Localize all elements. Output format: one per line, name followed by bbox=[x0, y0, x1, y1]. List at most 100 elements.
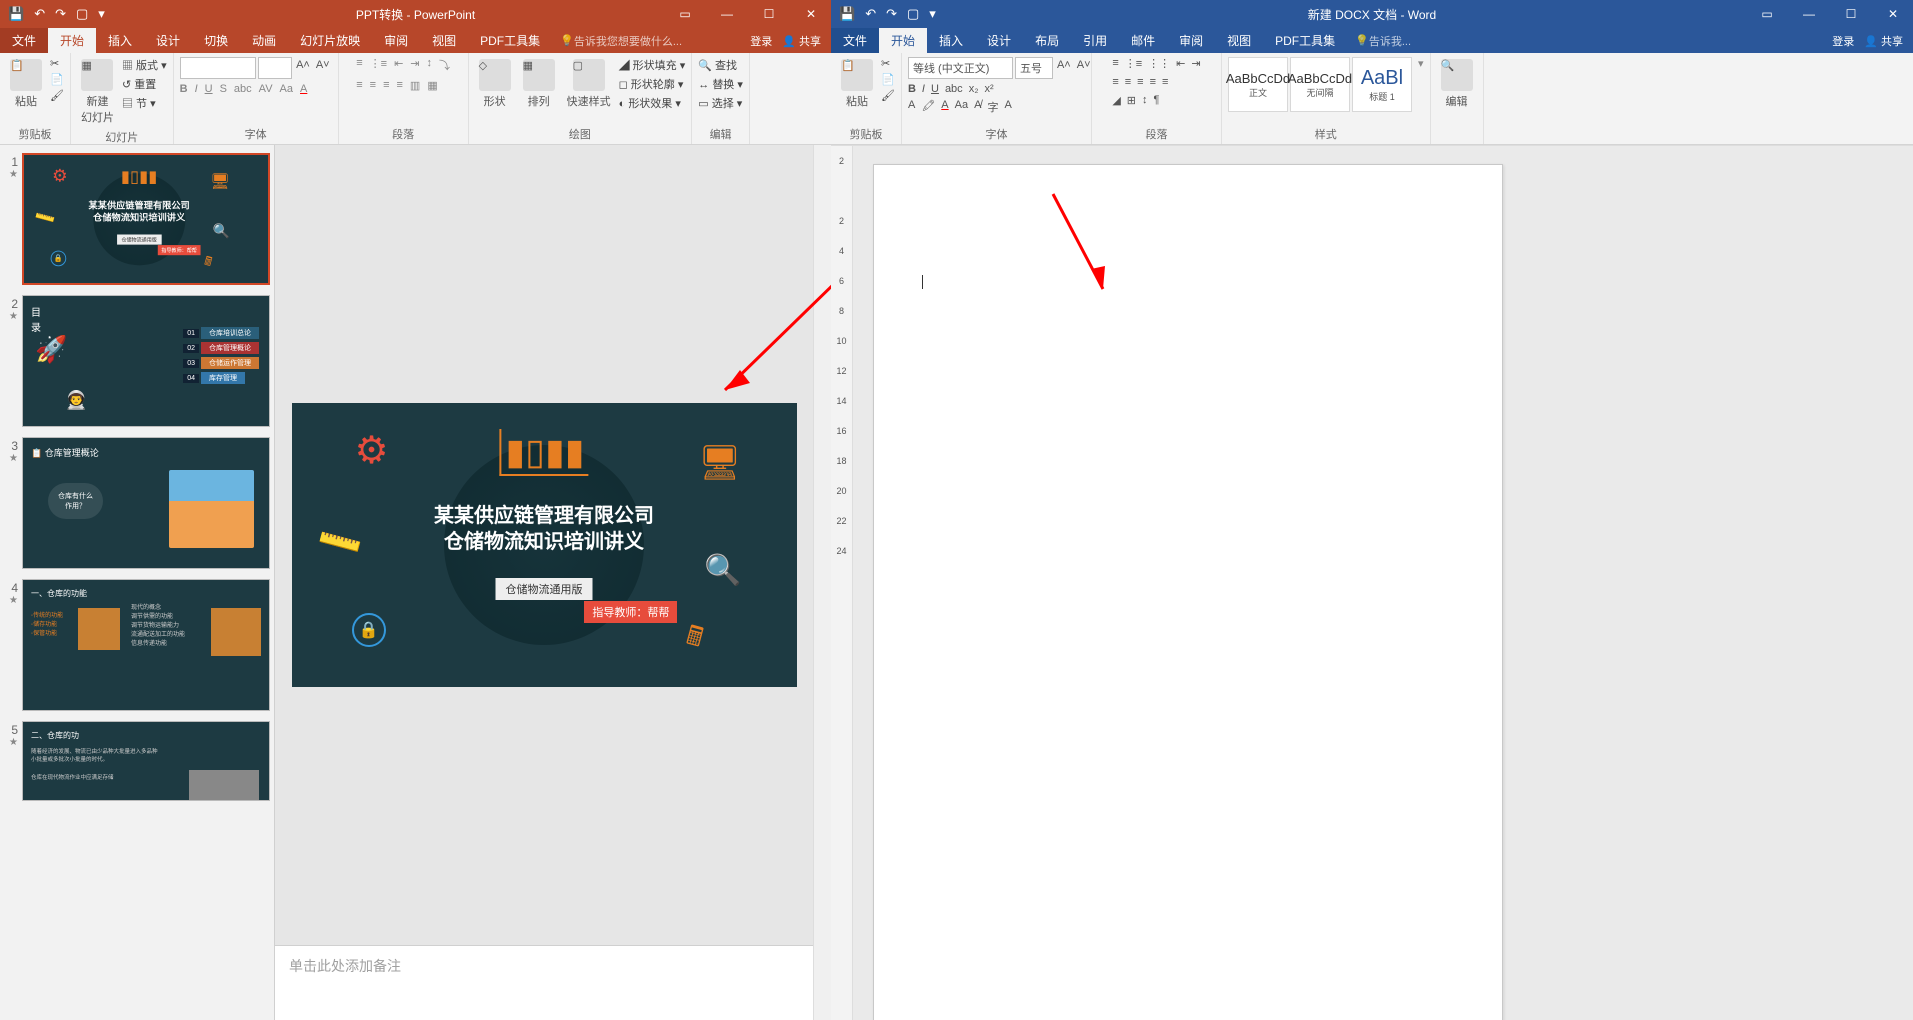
shading-icon[interactable]: ◢ bbox=[1112, 94, 1120, 107]
line-spacing-icon[interactable]: ↕ bbox=[427, 57, 433, 73]
grow-font-icon[interactable]: A˄ bbox=[1055, 57, 1073, 79]
editing-button[interactable]: 🔍编辑 bbox=[1437, 57, 1477, 111]
shrink-font-icon[interactable]: A˅ bbox=[314, 57, 332, 79]
tab-layout[interactable]: 布局 bbox=[1023, 28, 1071, 53]
find-button[interactable]: 🔍 查找 bbox=[698, 57, 743, 73]
cut-icon[interactable]: ✂ bbox=[881, 57, 895, 70]
slide-thumbnail-5[interactable]: 二、仓库的功 随着经济的发展、物流已由少品种大批量进入多品种 小批量或多批次小批… bbox=[22, 721, 270, 801]
redo-icon[interactable]: ↷ bbox=[886, 6, 897, 22]
paste-button[interactable]: 📋粘贴 bbox=[837, 57, 877, 111]
tab-home[interactable]: 开始 bbox=[879, 28, 927, 53]
new-slide-button[interactable]: ▦新建 幻灯片 bbox=[77, 57, 118, 127]
login-link[interactable]: 登录 bbox=[750, 33, 772, 49]
align-left-icon[interactable]: ≡ bbox=[1112, 76, 1118, 88]
strike-icon[interactable]: abc bbox=[234, 83, 252, 95]
main-slide[interactable]: ⚙ ▮▯▮▮ 🖥 📏 🔒 🔍 🖩 某某供应链管理有限公司仓储物流知识培训讲义 仓… bbox=[292, 403, 797, 687]
ribbon-options-icon[interactable]: ▭ bbox=[1747, 0, 1787, 28]
multilevel-icon[interactable]: ⋮⋮ bbox=[1148, 57, 1170, 70]
font-size-input[interactable]: 五号 bbox=[1015, 57, 1053, 79]
login-link[interactable]: 登录 bbox=[1832, 33, 1854, 49]
indent-dec-icon[interactable]: ⇤ bbox=[394, 57, 403, 73]
case-icon[interactable]: Aa bbox=[955, 99, 968, 115]
justify-icon[interactable]: ≡ bbox=[1150, 76, 1156, 88]
strike-icon[interactable]: abc bbox=[945, 83, 963, 95]
style-normal[interactable]: AaBbCcDd正文 bbox=[1228, 57, 1288, 112]
tab-design[interactable]: 设计 bbox=[144, 28, 192, 53]
slide-thumbnail-panel[interactable]: 1★ ⚙▮▯▮▮🖥📏🔒🔍🖩 某某供应链管理有限公司仓储物流知识培训讲义 仓储物流… bbox=[0, 145, 275, 1020]
indent-inc-icon[interactable]: ⇥ bbox=[410, 57, 419, 73]
tab-file[interactable]: 文件 bbox=[831, 28, 879, 53]
font-size-input[interactable] bbox=[258, 57, 292, 79]
spacing-icon[interactable]: AV bbox=[259, 83, 273, 95]
tab-review[interactable]: 审阅 bbox=[372, 28, 420, 53]
distribute-icon[interactable]: ≡ bbox=[1162, 76, 1168, 88]
tab-review[interactable]: 审阅 bbox=[1167, 28, 1215, 53]
shape-effects-button[interactable]: ◐ 形状效果 ▾ bbox=[619, 95, 686, 111]
indent-dec-icon[interactable]: ⇤ bbox=[1176, 57, 1185, 70]
sub-icon[interactable]: x₂ bbox=[969, 83, 979, 95]
bullets-icon[interactable]: ≡ bbox=[356, 57, 362, 73]
styles-more-icon[interactable]: ▾ bbox=[1418, 57, 1424, 70]
sup-icon[interactable]: x² bbox=[984, 83, 993, 95]
text-direction-icon[interactable]: ⤵ bbox=[439, 57, 450, 73]
font-color-icon[interactable]: A bbox=[300, 83, 307, 95]
bold-icon[interactable]: B bbox=[908, 83, 916, 95]
slideshow-start-icon[interactable]: ▢ bbox=[76, 6, 88, 22]
ribbon-options-icon[interactable]: ▭ bbox=[665, 0, 705, 28]
underline-icon[interactable]: U bbox=[205, 83, 213, 95]
tab-animations[interactable]: 动画 bbox=[240, 28, 288, 53]
sort-icon[interactable]: ↕ bbox=[1142, 94, 1148, 107]
tab-slideshow[interactable]: 幻灯片放映 bbox=[288, 28, 372, 53]
indent-inc-icon[interactable]: ⇥ bbox=[1191, 57, 1200, 70]
show-marks-icon[interactable]: ¶ bbox=[1154, 94, 1160, 107]
underline-icon[interactable]: U bbox=[931, 83, 939, 95]
notes-pane[interactable]: 单击此处添加备注 bbox=[275, 945, 813, 1020]
text-effects-icon[interactable]: A bbox=[908, 99, 915, 115]
tab-pdf[interactable]: PDF工具集 bbox=[1263, 28, 1347, 53]
qat-dropdown-icon[interactable]: ▾ bbox=[98, 6, 105, 22]
smartart-icon[interactable]: ▦ bbox=[427, 79, 437, 92]
vertical-scrollbar[interactable] bbox=[813, 145, 831, 1020]
format-painter-icon[interactable]: 🖌 bbox=[881, 89, 895, 102]
align-left-icon[interactable]: ≡ bbox=[356, 79, 362, 92]
tab-transitions[interactable]: 切换 bbox=[192, 28, 240, 53]
format-painter-icon[interactable]: 🖌 bbox=[50, 89, 64, 102]
italic-icon[interactable]: I bbox=[195, 83, 198, 95]
grow-font-icon[interactable]: A˄ bbox=[294, 57, 312, 79]
tab-references[interactable]: 引用 bbox=[1071, 28, 1119, 53]
numbering-icon[interactable]: ⋮≡ bbox=[1125, 57, 1142, 70]
paste-button[interactable]: 📋粘贴 bbox=[6, 57, 46, 111]
case-icon[interactable]: Aa bbox=[280, 83, 293, 95]
slide-thumbnail-3[interactable]: 📋 仓库管理概论 仓库有什么 作用？ bbox=[22, 437, 270, 569]
slide-thumbnail-2[interactable]: 目 录 🚀 👨‍🚀 01仓库培训总论02仓库管理概论03仓储运作管理04库存管理 bbox=[22, 295, 270, 427]
tab-view[interactable]: 视图 bbox=[420, 28, 468, 53]
arrange-button[interactable]: ▦排列 bbox=[519, 57, 559, 111]
justify-icon[interactable]: ≡ bbox=[396, 79, 402, 92]
shape-outline-button[interactable]: ◻ 形状轮廓 ▾ bbox=[619, 76, 686, 92]
align-right-icon[interactable]: ≡ bbox=[383, 79, 389, 92]
font-color-icon[interactable]: A bbox=[941, 99, 948, 115]
quickstyle-button[interactable]: ▢快速样式 bbox=[563, 57, 615, 111]
highlight-icon[interactable]: 🖍 bbox=[921, 99, 935, 115]
share-button[interactable]: 👤 共享 bbox=[1864, 33, 1903, 49]
columns-icon[interactable]: ▥ bbox=[410, 79, 420, 92]
numbering-icon[interactable]: ⋮≡ bbox=[370, 57, 387, 73]
share-button[interactable]: 👤 共享 bbox=[782, 33, 821, 49]
replace-button[interactable]: ↔ 替换 ▾ bbox=[698, 76, 743, 92]
style-heading1[interactable]: AaBl标题 1 bbox=[1352, 57, 1412, 112]
shape-fill-button[interactable]: ◢ 形状填充 ▾ bbox=[619, 57, 686, 73]
bold-icon[interactable]: B bbox=[180, 83, 188, 95]
minimize-button[interactable]: — bbox=[1789, 0, 1829, 28]
style-nospacing[interactable]: AaBbCcDd无间隔 bbox=[1290, 57, 1350, 112]
tab-mailings[interactable]: 邮件 bbox=[1119, 28, 1167, 53]
slide-thumbnail-4[interactable]: 一、仓库的功能 ◦传统的功能◦储存功能◦保管功能 现代的概念调节供需的功能调节货… bbox=[22, 579, 270, 711]
minimize-button[interactable]: — bbox=[707, 0, 747, 28]
copy-icon[interactable]: 📄 bbox=[881, 73, 895, 86]
copy-icon[interactable]: 📄 bbox=[50, 73, 64, 86]
border-icon[interactable]: A bbox=[1004, 99, 1011, 115]
phonetic-icon[interactable]: 字 bbox=[987, 99, 998, 115]
document-page[interactable] bbox=[873, 164, 1503, 1020]
redo-icon[interactable]: ↷ bbox=[55, 6, 66, 22]
tab-pdf[interactable]: PDF工具集 bbox=[468, 28, 552, 53]
shadow-icon[interactable]: S bbox=[220, 83, 227, 95]
